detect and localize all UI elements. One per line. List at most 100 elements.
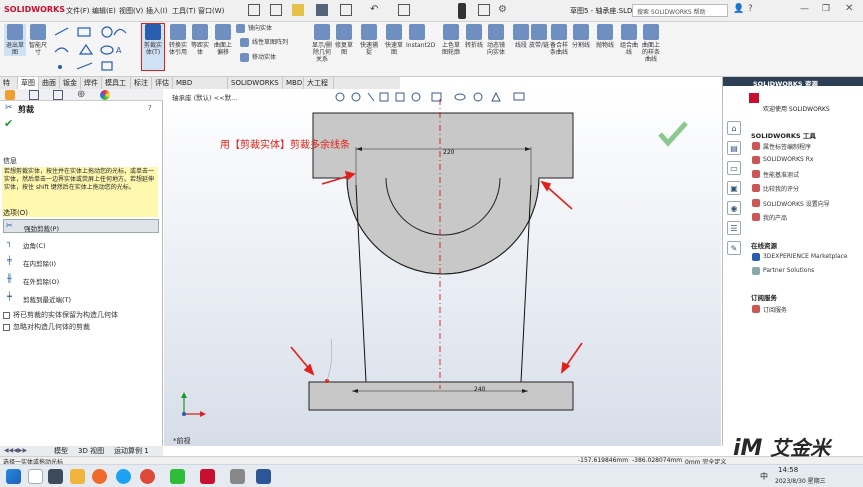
tab-scroll-arrows-icon[interactable]: ◀◀◀▶▶: [4, 447, 27, 454]
wechat-icon[interactable]: [170, 469, 185, 484]
tab-1[interactable]: 草图: [18, 77, 39, 89]
home-icon[interactable]: [248, 4, 260, 16]
tab-7[interactable]: 评估: [152, 77, 173, 89]
menu-window[interactable]: 窗口(W): [198, 6, 224, 16]
solidworks-taskbar-icon[interactable]: [200, 469, 215, 484]
windows-start-icon[interactable]: [6, 469, 21, 484]
ribbon-button-22[interactable]: 组合曲线: [618, 24, 640, 56]
dimension-240[interactable]: 240: [474, 386, 485, 393]
link-performance-benchmark[interactable]: 性能基准测试: [763, 170, 799, 179]
minimize-icon[interactable]: —: [800, 4, 809, 14]
save-icon[interactable]: [316, 4, 328, 16]
link-sw-rx[interactable]: SOLIDWORKS Rx: [763, 156, 813, 163]
print-icon[interactable]: [340, 4, 352, 16]
link-marketplace[interactable]: 3DEXPERIENCE Marketplace: [763, 253, 848, 260]
dimxpert-tab-icon[interactable]: ⊕: [77, 89, 85, 100]
menu-edit[interactable]: 编辑(E): [92, 6, 116, 16]
graphics-area[interactable]: 轴承座 (默认) <<默... 用【剪裁实体】剪裁多余线条 220 240 *前…: [164, 89, 721, 446]
tab-4[interactable]: 焊件: [81, 77, 102, 89]
ribbon-button-3[interactable]: 转换实体引用: [167, 24, 189, 56]
ribbon-button-15[interactable]: 转折线: [463, 24, 485, 49]
dimension-220[interactable]: 220: [443, 149, 454, 156]
menu-file[interactable]: 文件(F): [66, 6, 90, 16]
ribbon-button-4[interactable]: 等距实体: [189, 24, 211, 56]
clock-date[interactable]: 2023/8/30 星期三: [775, 476, 826, 485]
new-doc-icon[interactable]: [270, 4, 282, 16]
ignore-construction-checkbox[interactable]: 忽略对构造几何体的剪裁: [3, 322, 90, 332]
user-icon[interactable]: 👤: [733, 4, 744, 14]
ribbon-button-14[interactable]: 上色草图轮廓: [440, 24, 462, 56]
media-icon[interactable]: [140, 469, 155, 484]
traffic-light-icon[interactable]: [458, 3, 466, 19]
file-explorer-icon[interactable]: [70, 469, 85, 484]
tab-3[interactable]: 钣金: [60, 77, 81, 89]
design-library-icon[interactable]: ▤: [727, 141, 741, 155]
ribbon-button-7[interactable]: 线性草图阵列: [240, 38, 300, 47]
link-subscription[interactable]: 订阅服务: [763, 305, 787, 314]
option-trim-inside[interactable]: ╪ 在内剪除(I): [3, 255, 159, 269]
option-corner[interactable]: ┐ 边角(C): [3, 237, 159, 251]
ribbon-button-12[interactable]: 快速草图: [383, 24, 405, 56]
ribbon-button-16[interactable]: 动态镜向实体: [485, 24, 507, 56]
ribbon-button-0[interactable]: 退出草图: [4, 24, 26, 56]
menu-insert[interactable]: 插入(I): [146, 6, 168, 16]
custom-properties-icon[interactable]: ☰: [727, 221, 741, 235]
resources-home-icon[interactable]: ⌂: [727, 121, 741, 135]
ribbon-button-8[interactable]: 移动实体: [240, 53, 300, 62]
ime-indicator[interactable]: 中: [760, 471, 768, 482]
option-power-trim[interactable]: ✂ 强劲剪裁(P): [3, 219, 159, 233]
ribbon-button-13[interactable]: Instant2D: [406, 24, 435, 49]
option-trim-outside[interactable]: ╫ 在外剪除(O): [3, 273, 159, 287]
select-arrow-icon[interactable]: [398, 4, 410, 16]
tab-11[interactable]: 大工程师: [304, 77, 334, 99]
tab-9[interactable]: SOLIDWORKS 插件: [228, 77, 283, 99]
edge-icon[interactable]: [116, 469, 131, 484]
ribbon-button-9[interactable]: 显示/删除几何关系: [311, 24, 333, 63]
firefox-icon[interactable]: [92, 469, 107, 484]
view-palette-icon[interactable]: ▣: [727, 181, 741, 195]
checkbox-box[interactable]: [3, 311, 10, 319]
ribbon-button-21[interactable]: 抛物线: [594, 24, 616, 49]
menu-view[interactable]: 视图(V): [119, 6, 143, 16]
search-icon[interactable]: [28, 469, 43, 484]
options-gear-icon[interactable]: ⚙: [498, 4, 507, 15]
feature-manager-tab-icon[interactable]: [5, 90, 15, 100]
tab-6[interactable]: 标注: [131, 77, 152, 89]
appearances-icon[interactable]: ◉: [727, 201, 741, 215]
tab-8[interactable]: MBD Dimensions: [173, 77, 228, 99]
tab-0[interactable]: 特征: [0, 77, 18, 99]
ribbon-button-11[interactable]: 快速捕捉: [358, 24, 380, 56]
solidworks-forum-icon[interactable]: ✎: [727, 241, 741, 255]
link-property-tab-builder[interactable]: 属性标签编制程序: [763, 142, 811, 151]
tab-2[interactable]: 曲面: [39, 77, 60, 89]
help-icon[interactable]: ?: [148, 104, 152, 112]
word-icon[interactable]: [256, 469, 271, 484]
keep-construction-checkbox[interactable]: 将已剪裁的实体保留为构造几何体: [3, 310, 118, 320]
link-compare-score[interactable]: 比较我的评分: [763, 184, 799, 193]
settings-icon[interactable]: [230, 469, 245, 484]
display-manager-tab-icon[interactable]: [100, 90, 110, 100]
ribbon-button-10[interactable]: 修复草图: [333, 24, 355, 56]
help-search-input[interactable]: 搜索 SOLIDWORKS 帮助: [632, 4, 728, 17]
ribbon-button-18[interactable]: 皮带/链: [528, 24, 550, 49]
menu-tools[interactable]: 工具(T): [172, 6, 196, 16]
ok-check-icon[interactable]: ✔: [4, 117, 13, 130]
ribbon-button-19[interactable]: 备合样条曲线: [548, 24, 570, 56]
ribbon-button-2[interactable]: 剪裁实体(T): [141, 23, 165, 71]
open-folder-icon[interactable]: [292, 4, 304, 16]
checkbox-box[interactable]: [3, 323, 10, 331]
ribbon-button-5[interactable]: 曲面上偏移: [212, 24, 234, 56]
ribbon-button-20[interactable]: 分割线: [570, 24, 592, 49]
tab-10[interactable]: MBD: [283, 77, 304, 89]
tab-motion-study[interactable]: 运动算例 1: [114, 446, 149, 456]
file-explorer-icon[interactable]: ▭: [727, 161, 741, 175]
tab-3d-view[interactable]: 3D 视图: [78, 446, 104, 456]
file-properties-icon[interactable]: [478, 4, 490, 16]
link-setup-wizard[interactable]: SOLIDWORKS 设置向导: [763, 199, 830, 208]
undo-icon[interactable]: ↶: [370, 4, 378, 15]
ribbon-button-23[interactable]: 曲面上的样条曲线: [640, 24, 662, 63]
link-partner-solutions[interactable]: Partner Solutions: [763, 267, 814, 274]
configuration-manager-tab-icon[interactable]: [53, 90, 63, 100]
ribbon-button-1[interactable]: 智能尺寸: [27, 24, 49, 56]
property-manager-tab-icon[interactable]: [29, 90, 39, 100]
